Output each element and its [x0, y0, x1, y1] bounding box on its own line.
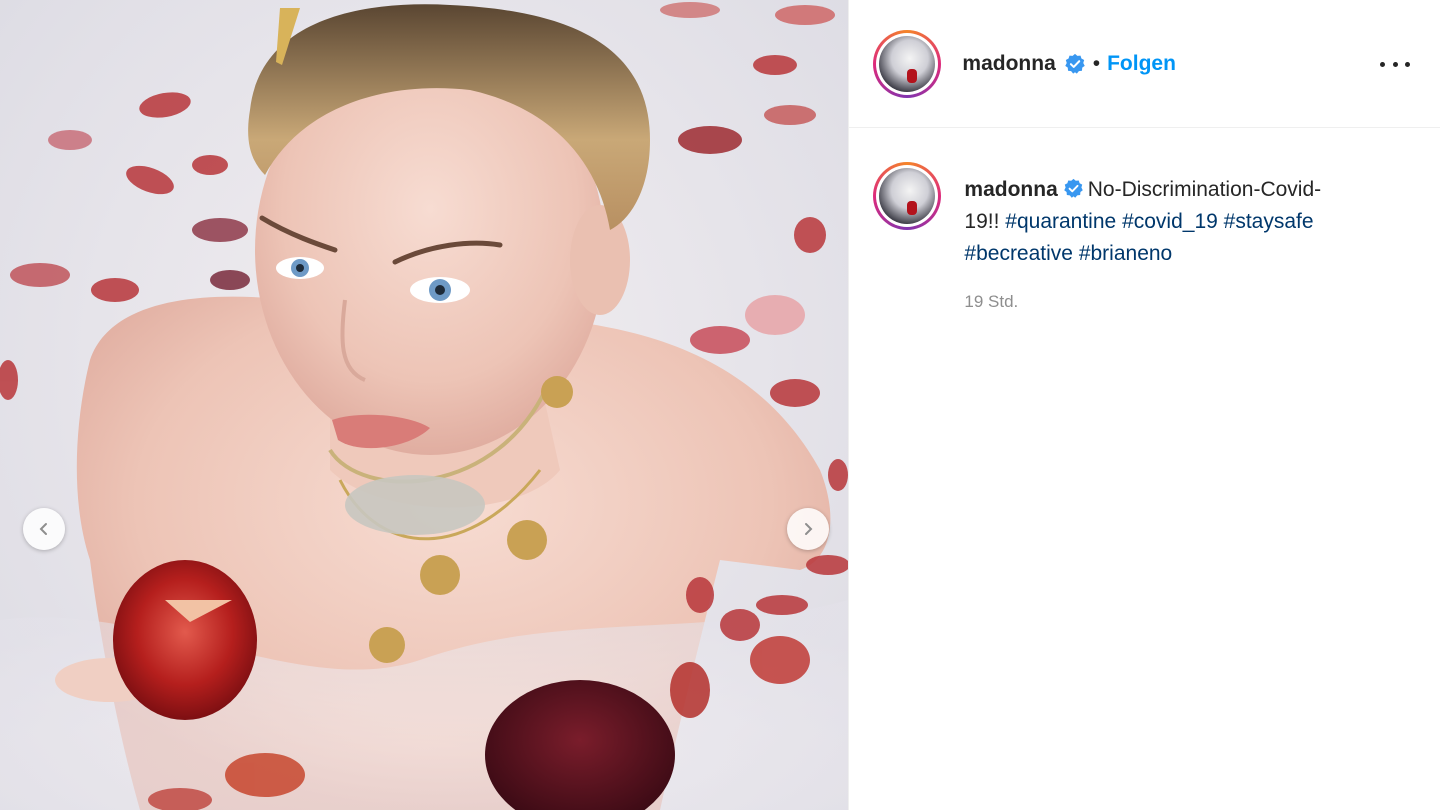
chevron-right-icon: [805, 523, 813, 535]
separator-dot: •: [1092, 51, 1101, 75]
profile-picture: [879, 35, 936, 92]
caption-avatar[interactable]: [873, 162, 942, 230]
bathtub-photo: [0, 2, 849, 810]
avatar[interactable]: [873, 29, 942, 98]
post-side-panel: madonna • Folgen madonna No-Discriminati…: [848, 0, 1440, 810]
more-options-button[interactable]: [1380, 50, 1410, 78]
hashtag-link[interactable]: #covid_19: [1122, 210, 1218, 233]
profile-picture: [879, 168, 936, 224]
next-image-button[interactable]: [787, 508, 829, 550]
chevron-left-icon: [39, 523, 47, 535]
more-horizontal-icon: [1380, 61, 1385, 67]
verified-badge-icon: [1065, 53, 1085, 74]
hashtag-link[interactable]: #becreative: [964, 242, 1073, 265]
caption-comment: madonna No-Discrimination-Covid-19!! #qu…: [849, 128, 1440, 312]
instagram-post: madonna • Folgen madonna No-Discriminati…: [0, 0, 1440, 810]
post-header: madonna • Folgen: [849, 0, 1440, 128]
hashtag-link[interactable]: #brianeno: [1079, 242, 1172, 265]
verified-badge-icon: [1063, 178, 1083, 198]
hashtag-link[interactable]: #quarantine: [1005, 210, 1116, 233]
hashtag-link[interactable]: #staysafe: [1224, 210, 1314, 233]
previous-image-button[interactable]: [23, 508, 65, 550]
post-timestamp[interactable]: 19 Std.: [964, 292, 1344, 312]
caption-username[interactable]: madonna: [964, 178, 1057, 201]
caption-text: madonna No-Discrimination-Covid-19!! #qu…: [964, 174, 1344, 270]
header-username[interactable]: madonna: [962, 52, 1055, 76]
follow-button[interactable]: Folgen: [1107, 52, 1176, 76]
post-image[interactable]: [0, 0, 849, 810]
